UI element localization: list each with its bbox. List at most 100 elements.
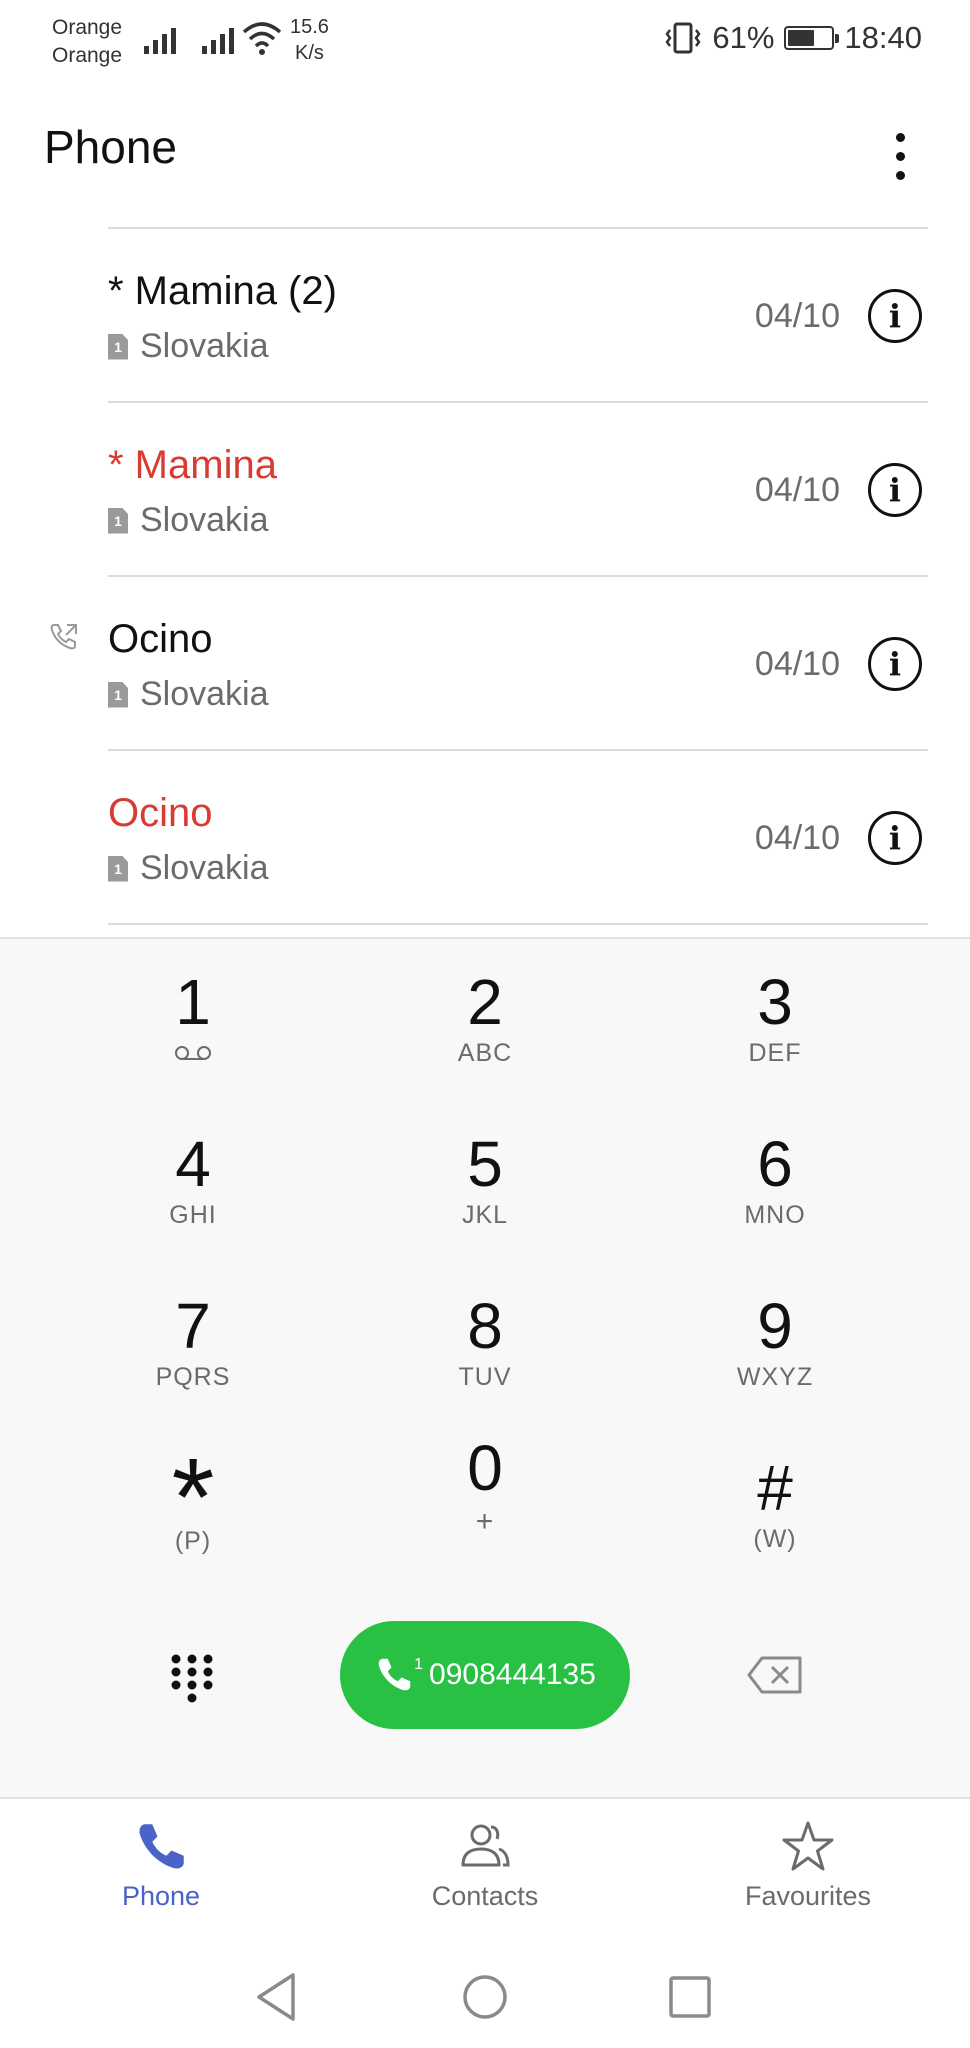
carrier-2: Orange — [52, 44, 123, 67]
phone-icon — [139, 1824, 184, 1869]
key-letters: (W) — [753, 1525, 797, 1553]
dial-key-2[interactable]: 2 ABC — [375, 939, 595, 1089]
call-log-row[interactable]: Ocino 1 Slovakia 04/10 i — [0, 577, 970, 750]
dial-key-4[interactable]: 4 GHI — [83, 1101, 303, 1251]
info-button[interactable]: i — [868, 811, 922, 865]
key-letters: MNO — [744, 1201, 806, 1229]
key-digit: 2 — [467, 966, 503, 1038]
recents-icon[interactable] — [660, 1967, 720, 2027]
call-sub-info: 1 Slovakia — [108, 675, 269, 714]
phone-icon — [378, 1658, 411, 1691]
call-location: Slovakia — [140, 501, 269, 539]
info-button[interactable]: i — [868, 463, 922, 517]
key-letters: PQRS — [155, 1363, 231, 1391]
call-location: Slovakia — [140, 675, 269, 713]
app-header: Phone — [0, 84, 970, 224]
call-log-list[interactable]: * Mamina (2) 1 Slovakia 04/10 i * Mamina… — [0, 227, 970, 937]
divider — [108, 923, 928, 925]
back-icon[interactable] — [247, 1967, 307, 2027]
dialpad-actions: 1 0908444135 — [0, 1621, 970, 1731]
star-icon — [782, 1821, 834, 1871]
sim-1-icon: 1 — [108, 855, 128, 882]
key-digit: 8 — [467, 1290, 503, 1362]
info-button[interactable]: i — [868, 289, 922, 343]
dot-icon — [895, 170, 905, 180]
signal-1-icon — [144, 24, 176, 54]
system-nav-bar — [0, 1927, 970, 2048]
sim-1-icon: 1 — [108, 681, 128, 708]
key-letters: JKL — [461, 1201, 509, 1229]
call-location: Slovakia — [140, 327, 269, 365]
key-digit: * — [171, 1455, 215, 1525]
tab-favourites[interactable]: Favourites — [688, 1799, 928, 1927]
dialpad-toggle-icon[interactable] — [166, 1651, 218, 1711]
key-letters: + — [475, 1505, 495, 1538]
key-letters: TUV — [458, 1363, 512, 1391]
key-digit: # — [757, 1452, 793, 1524]
dial-key-0[interactable]: 0 + — [375, 1425, 595, 1575]
network-speed: 15.6 K/s — [290, 14, 329, 66]
call-button[interactable]: 1 0908444135 — [340, 1621, 630, 1729]
tab-label: Favourites — [744, 1881, 872, 1911]
info-button[interactable]: i — [868, 637, 922, 691]
wifi-icon — [242, 22, 282, 55]
dial-key-3[interactable]: 3 DEF — [665, 939, 885, 1089]
call-log-row[interactable]: * Mamina (2) 1 Slovakia 04/10 i — [0, 229, 970, 402]
key-digit: 7 — [175, 1290, 211, 1362]
outgoing-call-icon — [50, 624, 77, 650]
call-sim-number: 1 — [414, 1656, 424, 1673]
battery-percent: 61% — [712, 20, 775, 55]
contact-name: * Mamina (2) — [108, 269, 337, 313]
key-digit: 6 — [757, 1128, 793, 1200]
home-icon[interactable] — [455, 1967, 515, 2027]
backspace-icon[interactable] — [746, 1655, 804, 1695]
carrier-labels: Orange Orange — [52, 14, 122, 70]
clock: 18:40 — [844, 20, 922, 55]
dot-icon — [895, 151, 905, 161]
battery-fill — [788, 30, 815, 46]
dial-key-8[interactable]: 8 TUV — [375, 1263, 595, 1413]
dialed-number: 0908444135 — [429, 1658, 596, 1691]
call-sub-info: 1 Slovakia — [108, 327, 269, 366]
key-letters: (P) — [174, 1527, 212, 1555]
status-bar: Orange Orange 15.6 K/s 61% 18:40 — [0, 0, 970, 84]
contacts-icon — [461, 1824, 510, 1867]
call-log-row[interactable]: Ocino 1 Slovakia 04/10 i — [0, 751, 970, 924]
status-right: 61% 18:40 — [664, 20, 922, 56]
key-digit: 1 — [175, 966, 211, 1038]
signal-2-icon — [202, 24, 234, 54]
call-date: 04/10 — [754, 645, 840, 683]
page-title: Phone — [44, 121, 178, 173]
dialpad: 1 2 ABC 3 DEF 4 GHI 5 JKL 6 MNO 7 PQRS 8… — [0, 937, 970, 1797]
dial-key-star[interactable]: * (P) — [83, 1425, 303, 1575]
contact-name: * Mamina — [108, 443, 277, 487]
sim-1-icon: 1 — [108, 507, 128, 534]
call-date: 04/10 — [754, 471, 840, 509]
tab-contacts[interactable]: Contacts — [365, 1799, 605, 1927]
battery-icon — [784, 26, 840, 50]
tab-phone[interactable]: Phone — [41, 1799, 281, 1927]
dial-key-7[interactable]: 7 PQRS — [83, 1263, 303, 1413]
call-date: 04/10 — [754, 297, 840, 335]
call-log-row[interactable]: * Mamina 1 Slovakia 04/10 i — [0, 403, 970, 576]
speed-value: 15.6 — [290, 16, 329, 38]
dial-key-hash[interactable]: # (W) — [665, 1425, 885, 1575]
contact-name: Ocino — [108, 791, 213, 835]
speed-unit: K/s — [295, 42, 324, 64]
dial-key-5[interactable]: 5 JKL — [375, 1101, 595, 1251]
more-options-button[interactable] — [880, 116, 920, 196]
key-letters: GHI — [169, 1201, 217, 1229]
dial-key-1[interactable]: 1 — [83, 939, 303, 1089]
key-letters: DEF — [748, 1039, 802, 1067]
key-letters: WXYZ — [736, 1363, 814, 1391]
call-location: Slovakia — [140, 849, 269, 887]
call-date: 04/10 — [754, 819, 840, 857]
dial-key-6[interactable]: 6 MNO — [665, 1101, 885, 1251]
call-sub-info: 1 Slovakia — [108, 501, 269, 540]
key-digit: 9 — [757, 1290, 793, 1362]
tab-label: Phone — [121, 1881, 201, 1911]
dial-key-9[interactable]: 9 WXYZ — [665, 1263, 885, 1413]
vibrate-icon — [665, 22, 701, 54]
dot-icon — [895, 132, 905, 142]
contact-name: Ocino — [108, 617, 213, 661]
